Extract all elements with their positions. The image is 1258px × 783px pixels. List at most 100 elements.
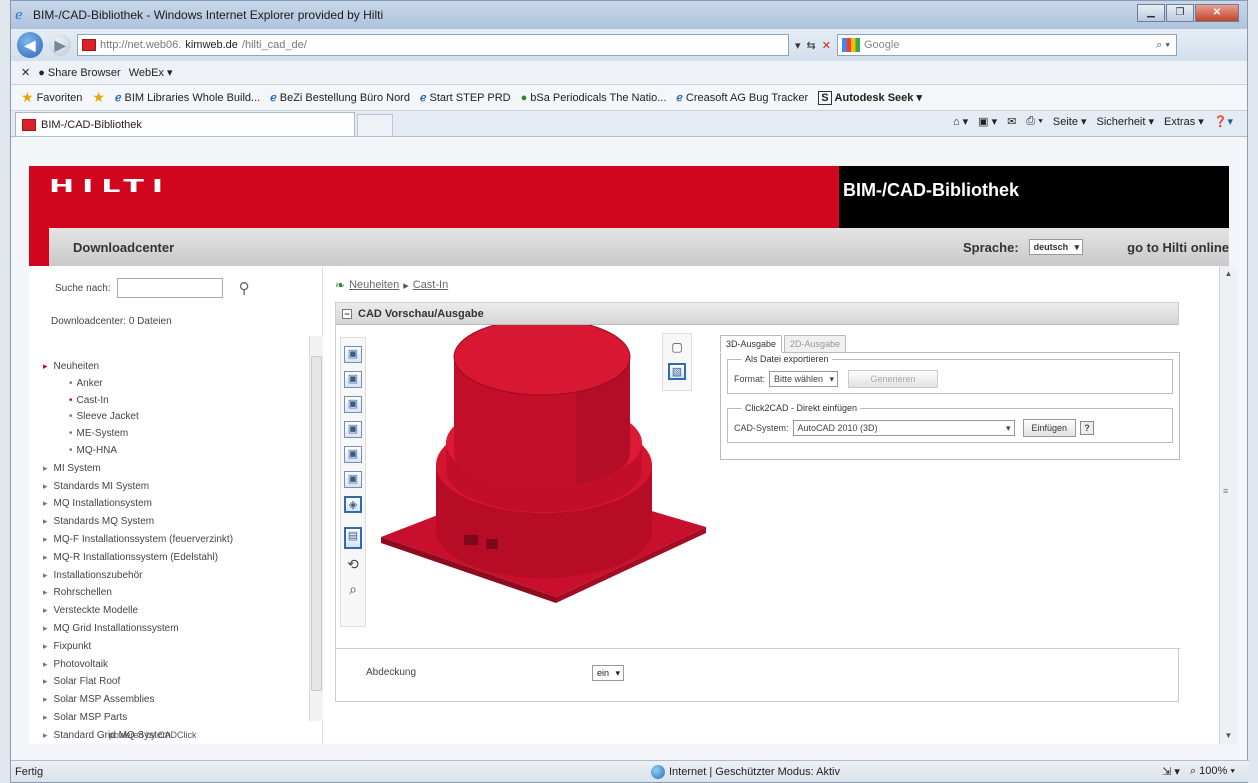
tree-item[interactable]: Rohrschellen [43,584,308,602]
tree-item[interactable]: MQ Grid Installationssystem [43,620,308,638]
view-bottom-icon[interactable]: ▣ [344,471,362,488]
tree-subitem[interactable]: Anker [43,376,308,393]
tree-scrollbar[interactable] [309,336,323,721]
tree-item[interactable]: Photovoltaik [43,656,308,674]
view-right-icon[interactable]: ▣ [344,421,362,438]
tree-item[interactable]: Standards MI System [43,478,308,496]
extra-toolbar: ✕ ● Share Browser WebEx ▾ [11,61,1247,85]
hilti-online-link[interactable]: go to Hilti online [1127,240,1229,255]
breadcrumb-link-neuheiten[interactable]: Neuheiten [349,279,399,291]
tab-2d-output[interactable]: 2D-Ausgabe [784,335,847,353]
tree-item[interactable]: Solar Flat Roof [43,673,308,691]
view-back-icon[interactable]: ▣ [344,371,362,388]
format-select[interactable]: Bitte wählen [769,371,839,387]
page-icon: ℯ [270,92,277,104]
tree-item[interactable]: MQ Installationsystem [43,495,308,513]
cover-select[interactable]: ein [592,665,625,681]
minimize-button[interactable]: ▁ [1137,4,1165,22]
add-favorite-icon[interactable]: ★ [92,89,105,106]
security-zone[interactable]: Internet | Geschützter Modus: Aktiv [669,766,840,778]
scroll-grip-icon[interactable]: ≡ [1223,486,1228,496]
help-icon[interactable]: ? [1080,421,1095,435]
tree-item[interactable]: MQ-F Installationssystem (feuerverzinkt) [43,531,308,549]
dropdown-arrow-icon[interactable]: ▾ [795,39,801,52]
tree-item[interactable]: Solar MSP Assemblies [43,691,308,709]
security-menu[interactable]: Sicherheit ▾ [1097,115,1155,128]
forward-button[interactable]: ▶ [49,34,71,56]
search-icon[interactable]: ⚲ [239,279,250,297]
generate-button[interactable]: Generieren [848,370,939,388]
tree-item[interactable]: Standards MQ System [43,513,308,531]
cad-system-select[interactable]: AutoCAD 2010 (3D) [792,420,1015,436]
refresh-icon[interactable]: ⇆ [807,39,816,52]
webex-button[interactable]: WebEx ▾ [129,66,173,79]
favorites-button[interactable]: ★ Favoriten [21,89,82,106]
tree-subitem[interactable]: MQ-HNA [43,443,308,460]
favorite-link[interactable]: ℯ BeZi Bestellung Büro Nord [270,91,410,105]
view-front-icon[interactable]: ▣ [344,346,362,363]
hilti-logo[interactable]: HILTI [49,176,171,197]
tree-item[interactable]: Installationszubehör [43,567,308,585]
favorite-link[interactable]: S Autodesk Seek ▾ [818,90,922,105]
close-toolbar-icon[interactable]: ✕ [21,66,30,79]
page-menu[interactable]: Seite ▾ [1053,115,1087,128]
render-mode-icon[interactable]: ▤ [344,527,362,549]
new-tab-button[interactable] [357,114,393,136]
tab-3d-output[interactable]: 3D-Ausgabe [720,335,783,353]
view-top-icon[interactable]: ▣ [344,446,362,463]
close-button[interactable]: ✕ [1195,4,1239,22]
page-scrollbar[interactable]: ▲ ≡ ▼ [1219,266,1237,744]
output-panel: 3D-Ausgabe 2D-Ausgabe Als Datei exportie… [720,335,1180,465]
tree-item[interactable]: Fixpunkt [43,638,308,656]
breadcrumb: ❧ Neuheiten ▸ Cast-In [335,278,448,292]
insert-button[interactable]: Einfügen [1022,419,1077,437]
background-icon[interactable]: ▢ [668,340,686,357]
tree-subitem-active[interactable]: Cast-In [43,393,308,410]
cad-viewer[interactable]: ▣ ▣ ▣ ▣ ▣ ▣ ◈ ▤ ⟲ ⌕ ▢ ▧ 3D-Ausgabe 2D-Au… [336,325,1180,649]
mail-icon[interactable]: ✉ [1007,115,1016,128]
tree-item[interactable]: MI System [43,460,308,478]
tree-subitem[interactable]: Sleeve Jacket [43,409,308,426]
screenshot-icon[interactable]: ▧ [668,363,686,380]
tab-title: BIM-/CAD-Bibliothek [41,118,142,131]
sidebar-search-input[interactable] [116,278,223,298]
favorite-link[interactable]: ℯ Start STEP PRD [420,91,511,105]
language-select[interactable]: deutsch [1028,239,1084,255]
window-title: BIM-/CAD-Bibliothek - Windows Internet E… [33,8,384,22]
view-iso-icon[interactable]: ◈ [344,496,362,513]
view-2d-icon[interactable]: ⌕ [344,582,362,599]
tree-item[interactable]: MQ-R Installationssystem (Edelstahl) [43,549,308,567]
tools-menu[interactable]: Extras ▾ [1164,115,1204,128]
stop-icon[interactable]: ✕ [822,39,831,52]
collapse-icon[interactable]: − [342,308,352,319]
rotate-3d-icon[interactable]: ⟲ [344,557,362,574]
tree-item[interactable]: Versteckte Modelle [43,602,308,620]
print-icon[interactable]: ⎙ ▾ [1026,115,1042,128]
favorite-link[interactable]: ℯ Creasoft AG Bug Tracker [676,91,808,105]
tab-bim-cad[interactable]: BIM-/CAD-Bibliothek [15,112,355,136]
favorite-link[interactable]: ● bSa Periodicals The Natio... [521,92,667,104]
breadcrumb-link-cast-in[interactable]: Cast-In [413,279,448,291]
url-input[interactable]: http://net.web06. kimweb.de/hilti_cad_de/ [77,34,789,56]
favorite-link[interactable]: ℯ BIM Libraries Whole Build... [115,91,260,105]
internet-zone-icon [651,764,665,779]
tree-subitem[interactable]: ME-System [43,426,308,443]
address-bar: ◀ ▶ http://net.web06. kimweb.de/hilti_cad… [11,29,1247,61]
zoom-level[interactable]: ⌕ 100% ▾ [1190,765,1235,778]
feeds-icon[interactable]: ▣ ▾ [978,115,997,128]
scroll-down-icon[interactable]: ▼ [1220,728,1237,744]
share-browser-button[interactable]: ● Share Browser [38,67,120,79]
page-content: HILTI BIM-/CAD-Bibliothek Downloadcenter… [29,166,1229,744]
tree-scroll-thumb[interactable] [311,356,322,691]
search-input[interactable]: Google ⌕ ▾ [836,34,1177,56]
help-icon[interactable]: ❓▾ [1214,115,1233,128]
home-icon[interactable]: ⌂ ▾ [953,115,968,128]
back-button[interactable]: ◀ [17,32,43,58]
popup-icon[interactable]: ⇲ ▾ [1162,765,1180,778]
tree-item[interactable]: Neuheiten [43,358,308,376]
search-icon[interactable]: ⌕ ▾ [1156,39,1176,52]
view-left-icon[interactable]: ▣ [344,396,362,413]
tree-item[interactable]: Solar MSP Parts [43,709,308,727]
scroll-up-icon[interactable]: ▲ [1220,266,1237,282]
maximize-button[interactable]: ❐ [1166,4,1194,22]
